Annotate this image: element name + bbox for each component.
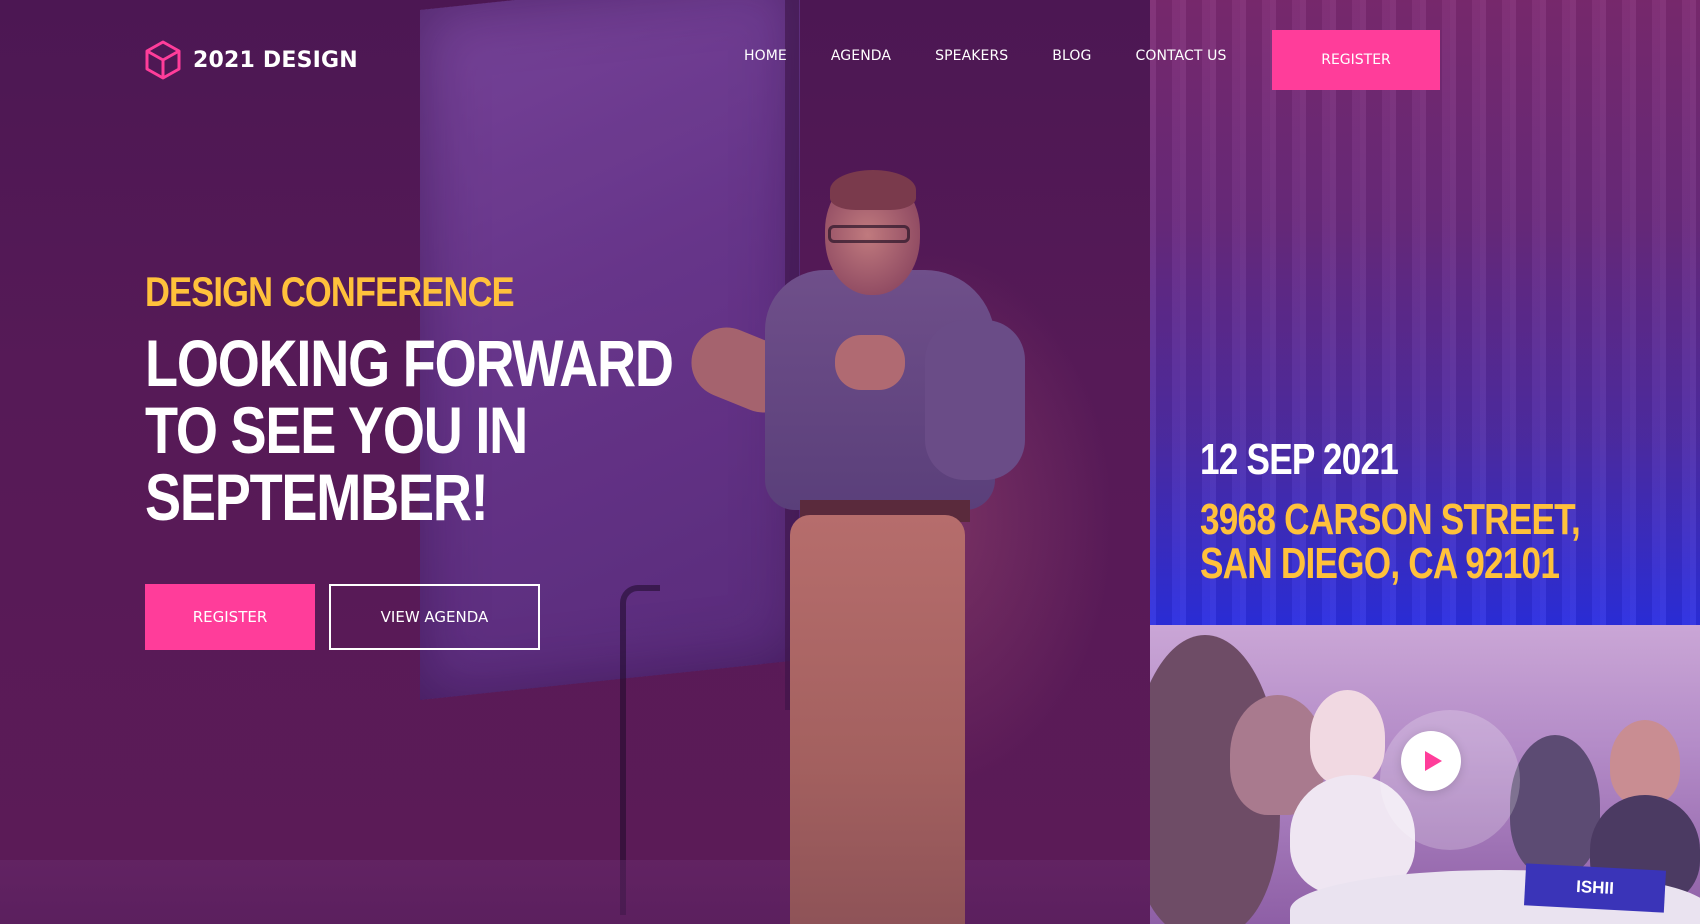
speaker-hair	[830, 170, 916, 210]
header-register-button[interactable]: REGISTER	[1272, 30, 1440, 90]
cube-icon	[145, 40, 181, 80]
main-nav: HOME AGENDA SPEAKERS BLOG CONTACT US	[744, 48, 1270, 64]
address-line: 3968 CARSON STREET,	[1200, 495, 1581, 544]
attendee	[1510, 735, 1600, 875]
nav-contact-us[interactable]: CONTACT US	[1135, 48, 1226, 64]
hero-headline: LOOKING FORWARD TO SEE YOU IN SEPTEMBER!	[145, 330, 735, 531]
nav-home[interactable]: HOME	[744, 48, 787, 64]
nav-blog[interactable]: BLOG	[1052, 48, 1091, 64]
register-button[interactable]: REGISTER	[145, 584, 315, 650]
headline-line: TO SEE YOU IN	[145, 393, 528, 467]
speaker-pants	[790, 515, 965, 924]
nav-speakers[interactable]: SPEAKERS	[935, 48, 1008, 64]
event-date: 12 SEP 2021	[1200, 435, 1399, 484]
speaker-fist	[835, 335, 905, 390]
name-card: ISHII	[1523, 863, 1667, 913]
video-thumbnail[interactable]: ISHII	[1150, 625, 1700, 924]
speaker-glasses	[828, 225, 910, 243]
headline-line: SEPTEMBER!	[145, 460, 489, 534]
brand-name: 2021 DESIGN	[193, 47, 358, 73]
nav-agenda[interactable]: AGENDA	[831, 48, 891, 64]
speaker-figure	[680, 170, 1050, 924]
attendee	[1610, 720, 1680, 805]
attendee	[1310, 690, 1385, 785]
view-agenda-button[interactable]: VIEW AGENDA	[329, 584, 540, 650]
address-line: SAN DIEGO, CA 92101	[1200, 539, 1560, 588]
logo[interactable]: 2021 DESIGN	[145, 40, 358, 80]
play-video-button[interactable]	[1401, 731, 1461, 791]
play-icon	[1425, 751, 1442, 771]
event-address: 3968 CARSON STREET, SAN DIEGO, CA 92101	[1200, 495, 1581, 588]
speaker-arm-right	[925, 320, 1025, 480]
headline-line: LOOKING FORWARD	[145, 326, 674, 400]
hero-eyebrow: DESIGN CONFERENCE	[145, 268, 515, 315]
